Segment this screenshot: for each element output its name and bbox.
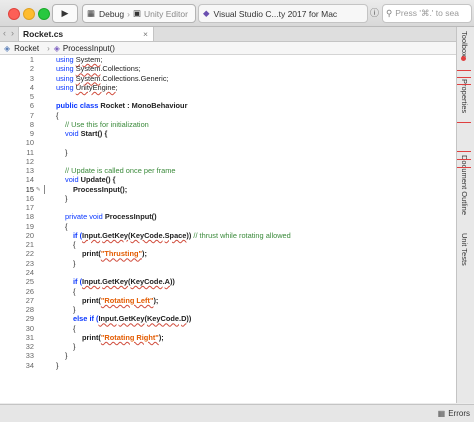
code-editor[interactable]: 1 using System; 2 using System.Collections… bbox=[0, 55, 456, 403]
visual-studio-icon: ◆ bbox=[203, 8, 210, 18]
search-placeholder: Press '⌘.' to sea bbox=[395, 8, 459, 18]
error-indicator-icon bbox=[461, 56, 466, 61]
scheme-config[interactable]: Debug bbox=[99, 9, 124, 19]
error-marker[interactable] bbox=[457, 122, 471, 123]
code-line: 9 void Start() { bbox=[29, 129, 108, 139]
error-marker[interactable] bbox=[457, 167, 471, 168]
code-line: 31 print("Rotating Right"); bbox=[25, 332, 164, 342]
error-marker[interactable] bbox=[457, 77, 471, 78]
code-line: 28} bbox=[25, 305, 76, 315]
bottom-bar: ▦ Errors bbox=[0, 404, 474, 422]
code-line: 12 bbox=[25, 156, 34, 166]
code-line: 3 using System.Collections.Generic; bbox=[29, 73, 169, 83]
code-line: 7{ bbox=[29, 110, 59, 120]
edit-pencil-icon: ✎ bbox=[36, 184, 41, 193]
target-icon: ▣ bbox=[132, 8, 141, 18]
sidebar-tab-toolbox[interactable]: Toolbox bbox=[460, 31, 469, 57]
code-line: 24 bbox=[25, 267, 34, 277]
code-line: 20 if (Input.GetKey(KeyCode.Space)) // th… bbox=[25, 230, 291, 240]
code-line: 33} bbox=[25, 351, 68, 361]
tab-close-icon[interactable]: × bbox=[143, 29, 148, 39]
play-icon: ▶ bbox=[61, 8, 69, 18]
class-icon: ◈ bbox=[4, 43, 11, 53]
chevron-right-icon: › bbox=[47, 43, 50, 53]
minimize-window-button[interactable] bbox=[23, 8, 35, 20]
code-line: 8// Use this for initialization bbox=[29, 119, 149, 129]
run-button[interactable]: ▶ bbox=[52, 4, 78, 23]
back-icon[interactable]: ‹ bbox=[3, 28, 6, 38]
code-line: 14 void Update() { bbox=[25, 175, 116, 185]
zoom-window-button[interactable] bbox=[38, 8, 50, 20]
code-line: 29 else if (Input.GetKey(KeyCode.D)) bbox=[25, 314, 192, 324]
code-line: 21{ bbox=[25, 240, 76, 250]
code-line: 10 bbox=[25, 138, 34, 148]
code-line: 27 print("Rotating Left"); bbox=[25, 295, 159, 305]
errors-button[interactable]: ▦ Errors bbox=[438, 407, 470, 420]
code-line: 2 using System.Collections; bbox=[29, 64, 141, 74]
code-line: 4 using UnityEngine; bbox=[29, 82, 118, 92]
status-text: Visual Studio C...ty 2017 for Mac bbox=[213, 8, 338, 19]
errors-icon: ▦ bbox=[437, 409, 446, 418]
search-input[interactable]: ⚲ Press '⌘.' to sea bbox=[382, 4, 472, 23]
error-marker[interactable] bbox=[457, 84, 471, 85]
breadcrumb: ◈ Rocket › ◈ ProcessInput() bbox=[0, 42, 456, 55]
code-line: 6 public class Rocket : MonoBehaviour bbox=[29, 101, 188, 111]
text-caret bbox=[44, 184, 45, 194]
method-icon: ◈ bbox=[53, 43, 60, 53]
sidebar-tab-unit-tests[interactable]: Unit Tests bbox=[460, 233, 469, 266]
forward-icon[interactable]: › bbox=[11, 28, 14, 38]
breadcrumb-method[interactable]: ProcessInput() bbox=[63, 44, 115, 53]
code-line-current: 15 ✎ ProcessInput(); bbox=[25, 184, 128, 194]
code-line: 16} bbox=[25, 193, 68, 203]
error-marker[interactable] bbox=[457, 151, 471, 152]
code-line: 11} bbox=[26, 147, 68, 157]
error-marker[interactable] bbox=[457, 70, 471, 71]
code-line: 1 using System; bbox=[29, 55, 103, 64]
error-marker[interactable] bbox=[457, 159, 471, 160]
tab-rocket-cs[interactable]: Rocket.cs × bbox=[18, 27, 154, 41]
code-line: 23} bbox=[25, 258, 76, 268]
code-line: 30{ bbox=[25, 323, 76, 333]
code-line: 18 private void ProcessInput() bbox=[25, 212, 157, 222]
code-line: 22 print("Thrusting"); bbox=[25, 249, 147, 259]
close-window-button[interactable] bbox=[8, 8, 20, 20]
tab-bar: ‹ › Rocket.cs × bbox=[0, 27, 456, 42]
code-line: 34} bbox=[25, 360, 59, 370]
sidebar-tab-document-outline[interactable]: Document Outline bbox=[460, 155, 469, 215]
toolbar: ▶ ▦ Debug › ▣ Unity Editor ◆ Visual Stud… bbox=[0, 0, 474, 27]
errors-label: Errors bbox=[448, 409, 470, 418]
search-icon: ⚲ bbox=[386, 8, 393, 18]
code-line: 19{ bbox=[25, 221, 68, 231]
scheme-target[interactable]: Unity Editor bbox=[144, 9, 188, 19]
info-icon[interactable]: ⓘ bbox=[370, 6, 379, 19]
separator-icon: › bbox=[127, 8, 130, 19]
code-line: 26{ bbox=[25, 286, 76, 296]
code-line: 13// Update is called once per frame bbox=[25, 166, 176, 176]
tab-label: Rocket.cs bbox=[23, 29, 64, 39]
code-line: 32} bbox=[25, 342, 76, 352]
code-line: 5 bbox=[29, 92, 34, 102]
code-line: 17 bbox=[25, 203, 34, 213]
status-bar: ◆ Visual Studio C...ty 2017 for Mac bbox=[198, 4, 368, 23]
scheme-selector[interactable]: ▦ Debug › ▣ Unity Editor bbox=[82, 4, 196, 23]
code-line: 25 if (Input.GetKey(KeyCode.A)) bbox=[25, 277, 175, 287]
config-icon: ▦ bbox=[87, 8, 96, 18]
breadcrumb-class[interactable]: Rocket bbox=[14, 44, 39, 53]
